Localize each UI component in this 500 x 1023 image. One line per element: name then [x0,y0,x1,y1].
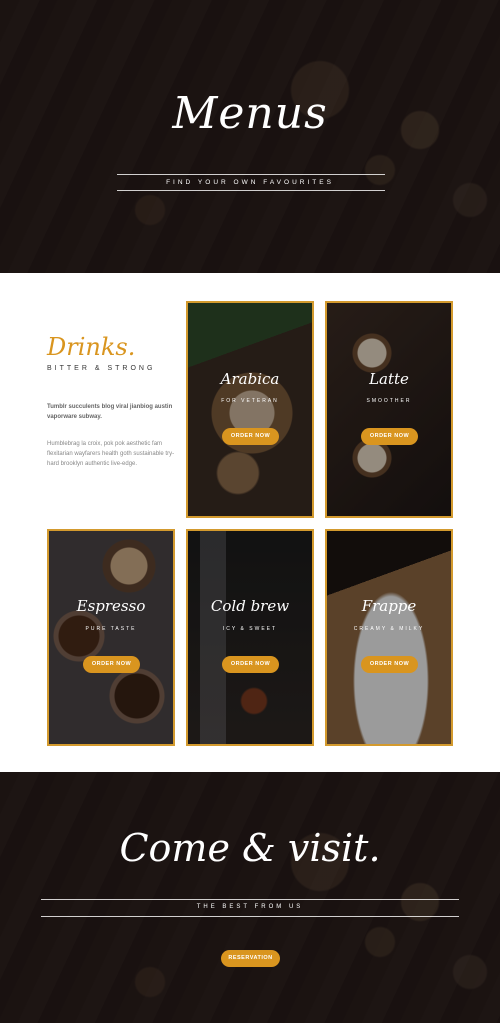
order-now-button[interactable]: ORDER NOW [222,428,279,445]
card-title: Espresso [76,597,146,615]
card-tagline: PURE TASTE [85,626,137,632]
visit-section [0,772,500,1023]
espresso-photo [49,531,173,744]
hero-subtitle: FIND YOUR OWN FAVOURITES [166,179,334,186]
order-now-button[interactable]: ORDER NOW [361,656,418,673]
intro-body-text: Humblebrag la croix, pok pok aesthetic f… [47,441,175,467]
card-tagline: CREAMY & MILKY [353,626,425,632]
intro-bold-text: Tumblr succulents blog viral jianbiog au… [47,404,173,420]
order-now-button[interactable]: ORDER NOW [361,428,418,445]
hero-divider-bottom [117,190,385,191]
hero-title: Menus [172,88,328,139]
order-now-button[interactable]: ORDER NOW [222,656,279,673]
visit-divider-top [41,899,459,900]
order-now-button[interactable]: ORDER NOW [83,656,140,673]
card-tagline: FOR VETERAN [221,398,279,404]
visit-subtitle: THE BEST FROM US [196,904,304,910]
latte-photo [327,303,451,516]
card-title: Arabica [220,370,280,388]
card-tagline: ICY & SWEET [222,626,278,632]
drinks-subtitle: BITTER & STRONG [47,365,156,372]
hero-divider-top [117,174,385,175]
arabica-photo [188,303,312,516]
card-tagline: SMOOTHER [366,398,412,404]
menu-card-frappe: Frappe CREAMY & MILKY ORDER NOW [325,529,453,746]
menu-card-arabica: Arabica FOR VETERAN ORDER NOW [186,301,314,518]
menu-card-latte: Latte SMOOTHER ORDER NOW [325,301,453,518]
reservation-button[interactable]: RESERVATION [221,950,280,967]
card-title: Latte [369,370,409,388]
frappe-photo [327,531,451,744]
cold-brew-photo [188,531,312,744]
card-title: Cold brew [210,597,290,615]
menu-card-cold-brew: Cold brew ICY & SWEET ORDER NOW [186,529,314,746]
menu-card-espresso: Espresso PURE TASTE ORDER NOW [47,529,175,746]
drinks-title: Drinks. [47,333,136,361]
card-title: Frappe [361,597,417,615]
visit-divider-bottom [41,916,459,917]
visit-title: Come & visit. [119,826,381,870]
